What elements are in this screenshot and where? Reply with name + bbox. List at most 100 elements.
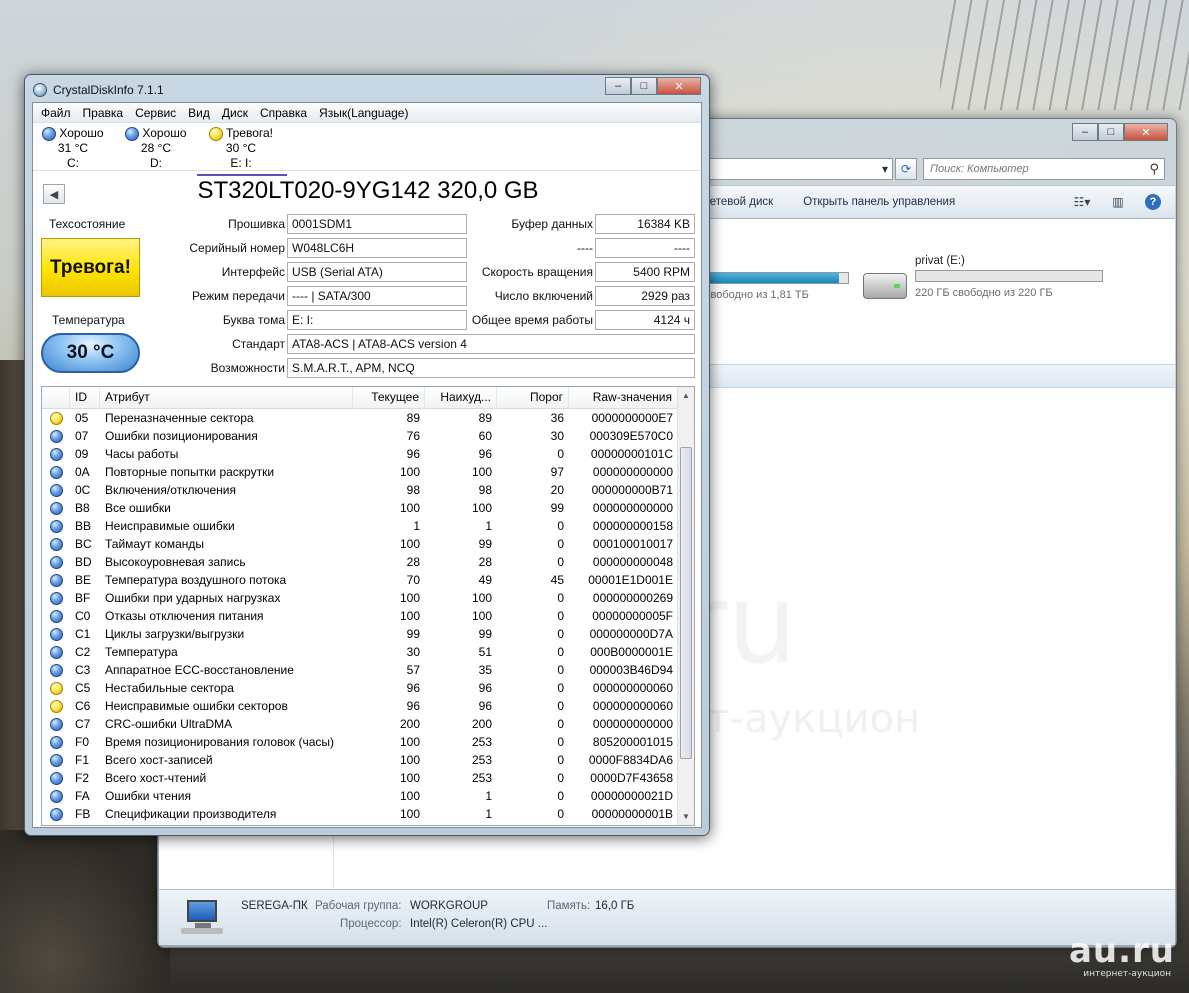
menu-disk[interactable]: Диск	[216, 106, 254, 120]
attribute-id: C5	[75, 681, 91, 695]
drive-item-1[interactable]: свободно из 1,81 ТБ	[705, 255, 849, 301]
table-row[interactable]: BE Температура воздушного потока 70 49 45 000…	[42, 571, 678, 589]
interface-label: Интерфейс	[221, 265, 285, 279]
close-button[interactable]: ✕	[657, 77, 701, 95]
current-value: 96	[406, 699, 420, 713]
search-icon[interactable]: ⚲	[1149, 161, 1159, 177]
disk-letter: D:	[150, 156, 162, 170]
attribute-name: Температура воздушного потока	[105, 573, 287, 587]
scroll-down-icon[interactable]: ▼	[678, 808, 694, 825]
header-status[interactable]	[42, 387, 70, 409]
attribute-name: Включения/отключения	[105, 483, 236, 497]
table-row[interactable]: C1 Циклы загрузки/выгрузки 99 99 0 000000000D…	[42, 625, 678, 643]
table-row[interactable]: C7 CRC-ошибки UltraDMA 200 200 0 000000000000	[42, 715, 678, 733]
disk-tab-d[interactable]: Хорошо 28 °C D:	[116, 126, 196, 171]
refresh-icon[interactable]: ⟳	[895, 158, 917, 180]
desktop-wallpaper-rock-bottom	[0, 830, 170, 993]
drive-name: privat (E:)	[915, 255, 965, 267]
status-good-icon	[49, 717, 63, 731]
threshold-value: 97	[550, 465, 564, 479]
table-row[interactable]: C6 Неисправимые ошибки секторов 96 96 0 00000…	[42, 697, 678, 715]
help-icon[interactable]: ?	[1145, 194, 1161, 210]
status-good-icon	[49, 465, 63, 479]
chevron-down-icon[interactable]: ▾	[882, 162, 888, 176]
attribute-id: C2	[75, 645, 91, 659]
vertical-scrollbar[interactable]: ▲ ▼	[677, 387, 694, 825]
raw-value: 00000000005F	[592, 609, 673, 623]
current-value: 100	[399, 789, 420, 803]
attribute-id: 09	[75, 447, 89, 461]
menu-tools[interactable]: Сервис	[129, 106, 182, 120]
worst-value: 100	[471, 501, 492, 515]
header-threshold[interactable]: Порог	[497, 387, 569, 409]
table-row[interactable]: C0 Отказы отключения питания 100 100 0 000000…	[42, 607, 678, 625]
map-network-drive-button[interactable]: сетевой диск	[704, 196, 773, 208]
table-row[interactable]: BB Неисправимые ошибки 1 1 0 000000000158	[42, 517, 678, 535]
toolbar-right-icons: ☷▾ ▥ ?	[1073, 193, 1175, 211]
close-button[interactable]: ✕	[1124, 123, 1168, 141]
drive-item-privat[interactable]: privat (E:) 220 ГБ свободно из 220 ГБ	[915, 255, 1103, 299]
table-row[interactable]: 09 Часы работы 96 96 0 00000000101C	[42, 445, 678, 463]
header-worst[interactable]: Наихуд...	[425, 387, 497, 409]
attribute-id: 07	[75, 429, 89, 443]
health-status-button[interactable]: Тревога!	[41, 238, 140, 297]
table-row[interactable]: C5 Нестабильные сектора 96 96 0 000000000060	[42, 679, 678, 697]
table-row[interactable]: 05 Переназначенные сектора 89 89 36 000000000…	[42, 409, 678, 427]
attribute-name: CRC-ошибки UltraDMA	[105, 717, 233, 731]
minimize-button[interactable]: –	[1072, 123, 1098, 141]
control-panel-button[interactable]: Открыть панель управления	[803, 196, 955, 208]
worst-value: 28	[478, 555, 492, 569]
transfer-mode-field: ---- | SATA/300	[287, 286, 467, 306]
maximize-button[interactable]: □	[631, 77, 657, 95]
table-row[interactable]: FB Спецификации производителя 100 1 0 0000000…	[42, 805, 678, 823]
table-row[interactable]: FA Ошибки чтения 100 1 0 00000000021D	[42, 787, 678, 805]
header-raw[interactable]: Raw-значения	[569, 387, 678, 409]
worst-value: 253	[471, 735, 492, 749]
scroll-up-icon[interactable]: ▲	[678, 387, 694, 404]
worst-value: 99	[478, 537, 492, 551]
table-row[interactable]: F2 Всего хост-чтений 100 253 0 0000D7F43658	[42, 769, 678, 787]
header-attribute[interactable]: Атрибут	[100, 387, 353, 409]
table-row[interactable]: BC Таймаут команды 100 99 0 000100010017	[42, 535, 678, 553]
menu-view[interactable]: Вид	[182, 106, 216, 120]
table-row[interactable]: F0 Время позиционирования головок (часы) 1…	[42, 733, 678, 751]
view-options-icon[interactable]: ☷▾	[1073, 193, 1091, 211]
threshold-value: 0	[557, 807, 564, 821]
attribute-id: BE	[75, 573, 92, 587]
scrollbar-thumb[interactable]	[680, 447, 692, 759]
disk-temp: 28 °C	[140, 141, 172, 155]
raw-value: 805200001015	[592, 735, 673, 749]
current-value: 99	[406, 627, 420, 641]
current-value: 1	[413, 519, 420, 533]
header-current[interactable]: Текущее	[353, 387, 425, 409]
table-row[interactable]: B8 Все ошибки 100 100 99 000000000000	[42, 499, 678, 517]
table-row[interactable]: C2 Температура 30 51 0 000B0000001E	[42, 643, 678, 661]
maximize-button[interactable]: □	[1098, 123, 1124, 141]
table-row[interactable]: C3 Аппаратное ECC-восстановление 57 35 0 0000…	[42, 661, 678, 679]
raw-value: 0000000000E7	[591, 411, 673, 425]
table-row[interactable]: 0A Повторные попытки раскрутки 100 100 97 000…	[42, 463, 678, 481]
table-row[interactable]: 0C Включения/отключения 98 98 20 000000000B71	[42, 481, 678, 499]
disk-tab-c[interactable]: Хорошо 31 °C C:	[33, 126, 113, 171]
threshold-value: 0	[557, 609, 564, 623]
drive-free-text: свободно из 1,81 ТБ	[705, 289, 809, 301]
table-row[interactable]: BF Ошибки при ударных нагрузках 100 100 0 000…	[42, 589, 678, 607]
menu-file[interactable]: Файл	[35, 106, 77, 120]
menu-help[interactable]: Справка	[254, 106, 313, 120]
threshold-value: 0	[557, 789, 564, 803]
table-row[interactable]: BD Высокоуровневая запись 28 28 0 00000000004…	[42, 553, 678, 571]
table-row[interactable]: F1 Всего хост-записей 100 253 0 0000F8834DA6	[42, 751, 678, 769]
header-id[interactable]: ID	[70, 387, 100, 409]
menu-language[interactable]: Язык(Language)	[313, 106, 414, 120]
minimize-button[interactable]: –	[605, 77, 631, 95]
preview-pane-icon[interactable]: ▥	[1109, 193, 1127, 211]
disk-tab-e[interactable]: Тревога! 30 °C E: I:	[197, 126, 287, 176]
status-good-icon	[49, 771, 63, 785]
table-row[interactable]: 07 Ошибки позиционирования 76 60 30 000309E57…	[42, 427, 678, 445]
drive-free-text: 220 ГБ свободно из 220 ГБ	[915, 287, 1053, 299]
search-input[interactable]: Поиск: Компьютер ⚲	[923, 158, 1165, 180]
threshold-value: 99	[550, 501, 564, 515]
serial-field: W048LC6H	[287, 238, 467, 258]
serial-label: Серийный номер	[189, 241, 285, 255]
menu-edit[interactable]: Правка	[77, 106, 130, 120]
